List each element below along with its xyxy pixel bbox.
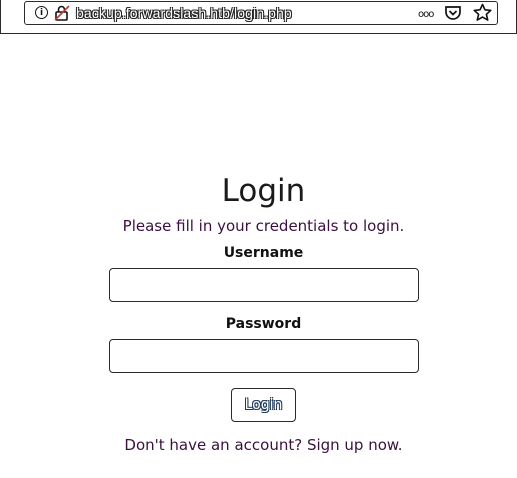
window-frame-left: [0, 0, 1, 34]
insecure-lock-icon[interactable]: [54, 5, 70, 21]
address-bar[interactable]: i backup.forwardslash.htb/login.php ooo: [24, 1, 498, 25]
bookmark-star-icon[interactable]: [473, 3, 492, 22]
login-button[interactable]: Login: [231, 388, 296, 422]
toolbar-divider: [0, 33, 517, 34]
pocket-icon[interactable]: [444, 4, 462, 22]
more-actions-icon[interactable]: ooo: [418, 9, 438, 20]
login-instructions: Please fill in your credentials to login…: [122, 217, 405, 235]
username-label: Username: [223, 245, 304, 261]
password-label: Password: [225, 316, 302, 332]
url-text[interactable]: backup.forwardslash.htb/login.php: [76, 5, 292, 21]
info-icon[interactable]: i: [35, 6, 48, 19]
page-title: Login: [221, 173, 306, 209]
password-field[interactable]: [109, 339, 419, 373]
username-field[interactable]: [109, 268, 419, 302]
signup-link[interactable]: Don't have an account? Sign up now.: [0, 436, 517, 454]
